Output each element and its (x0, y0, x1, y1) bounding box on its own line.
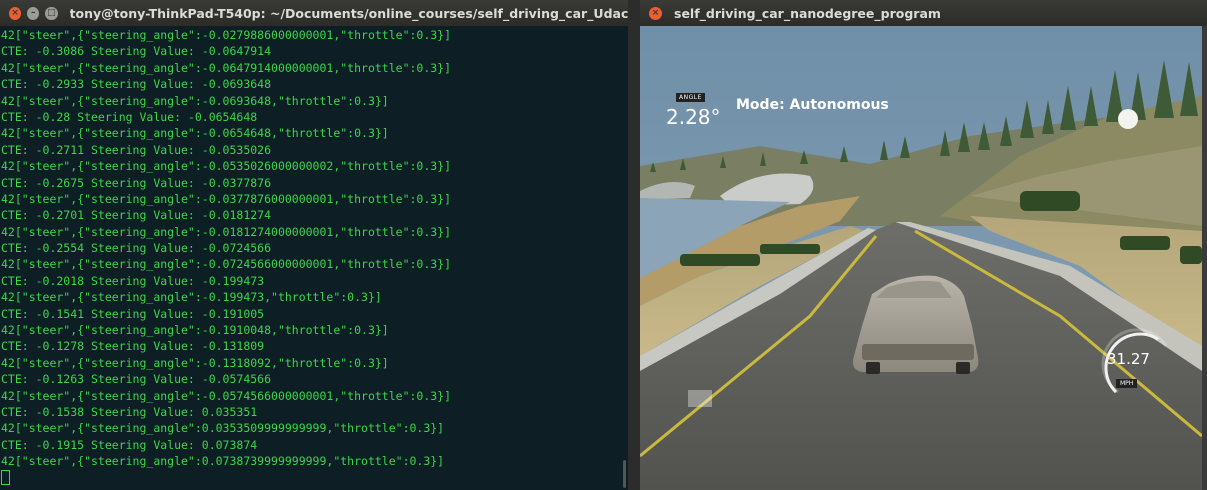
speed-value: 31.27 (1107, 350, 1150, 368)
terminal-line: CTE: -0.1541 Steering Value: -0.191005 (1, 306, 265, 321)
terminal-line: 42["steer",{"steering_angle":-0.06479140… (1, 60, 452, 75)
terminal-prompt[interactable] (1, 469, 628, 486)
terminal-line: CTE: -0.2554 Steering Value: -0.0724566 (1, 241, 272, 256)
driving-scene (640, 26, 1202, 490)
close-icon[interactable]: × (9, 6, 22, 20)
terminal-line: CTE: -0.2018 Steering Value: -0.199473 (1, 273, 265, 288)
terminal-line: 42["steer",{"steering_angle":-0.01812740… (1, 224, 452, 239)
terminal-line: 42["steer",{"steering_angle":0.035350999… (1, 421, 445, 436)
terminal-line: CTE: -0.28 Steering Value: -0.0654648 (1, 109, 258, 124)
window-edge (1202, 26, 1207, 490)
angle-value: 2.28° (666, 105, 721, 129)
minimize-icon[interactable]: – (27, 6, 40, 20)
speed-unit: MPH (1116, 379, 1138, 388)
maximize-icon[interactable]: □ (45, 6, 58, 20)
simulator-titlebar[interactable]: × self_driving_car_nanodegree_program (640, 0, 1207, 26)
terminal-line: 42["steer",{"steering_angle":-0.0693648,… (1, 93, 389, 108)
terminal-line: 42["steer",{"steering_angle":-0.1318092,… (1, 355, 389, 370)
terminal-line: 42["steer",{"steering_angle":-0.199473,"… (1, 290, 382, 305)
simulator-title: self_driving_car_nanodegree_program (674, 5, 941, 21)
terminal-window[interactable]: × – □ tony@tony-ThinkPad-T540p: ~/Docume… (0, 0, 628, 490)
terminal-line: 42["steer",{"steering_angle":-0.05350260… (1, 159, 452, 174)
terminal-line: 42["steer",{"steering_angle":-0.03778760… (1, 191, 452, 206)
terminal-line: CTE: -0.1263 Steering Value: -0.0574566 (1, 372, 272, 387)
terminal-line: CTE: -0.2933 Steering Value: -0.0693648 (1, 77, 272, 92)
hud-indicator (688, 390, 712, 407)
terminal-line: 42["steer",{"steering_angle":0.073873999… (1, 454, 445, 469)
terminal-line: CTE: -0.2701 Steering Value: -0.0181274 (1, 208, 272, 223)
close-icon[interactable]: × (649, 6, 662, 20)
terminal-line: CTE: -0.3086 Steering Value: -0.0647914 (1, 44, 272, 59)
terminal-line: CTE: -0.1915 Steering Value: 0.073874 (1, 437, 258, 452)
terminal-line: CTE: -0.1538 Steering Value: 0.035351 (1, 404, 258, 419)
terminal-line: 42["steer",{"steering_angle":-0.02798860… (1, 28, 452, 42)
sun (1118, 109, 1138, 129)
terminal-title: tony@tony-ThinkPad-T540p: ~/Documents/on… (69, 5, 628, 21)
terminal-line: CTE: -0.2675 Steering Value: -0.0377876 (1, 175, 272, 190)
terminal-output[interactable]: 42["steer",{"steering_angle":-0.02798860… (0, 27, 628, 490)
terminal-scrollbar[interactable] (623, 460, 626, 488)
terminal-line: CTE: -0.2711 Steering Value: -0.0535026 (1, 142, 272, 157)
terminal-line: 42["steer",{"steering_angle":-0.07245660… (1, 257, 452, 272)
mode-label: Mode: Autonomous (736, 97, 889, 113)
terminal-line: CTE: -0.1278 Steering Value: -0.131809 (1, 339, 265, 354)
terminal-titlebar[interactable]: × – □ tony@tony-ThinkPad-T540p: ~/Docume… (0, 0, 628, 26)
terminal-line: 42["steer",{"steering_angle":-0.05745660… (1, 388, 452, 403)
simulator-viewport[interactable]: ANGLE 2.28° Mode: Autonomous 31.27 MPH (640, 26, 1202, 490)
terminal-line: 42["steer",{"steering_angle":-0.0654648,… (1, 126, 389, 141)
angle-label: ANGLE (676, 93, 705, 102)
simulator-window[interactable]: × self_driving_car_nanodegree_program AN… (640, 0, 1207, 490)
terminal-line: 42["steer",{"steering_angle":-0.1910048,… (1, 323, 389, 338)
cursor-icon (1, 469, 10, 485)
